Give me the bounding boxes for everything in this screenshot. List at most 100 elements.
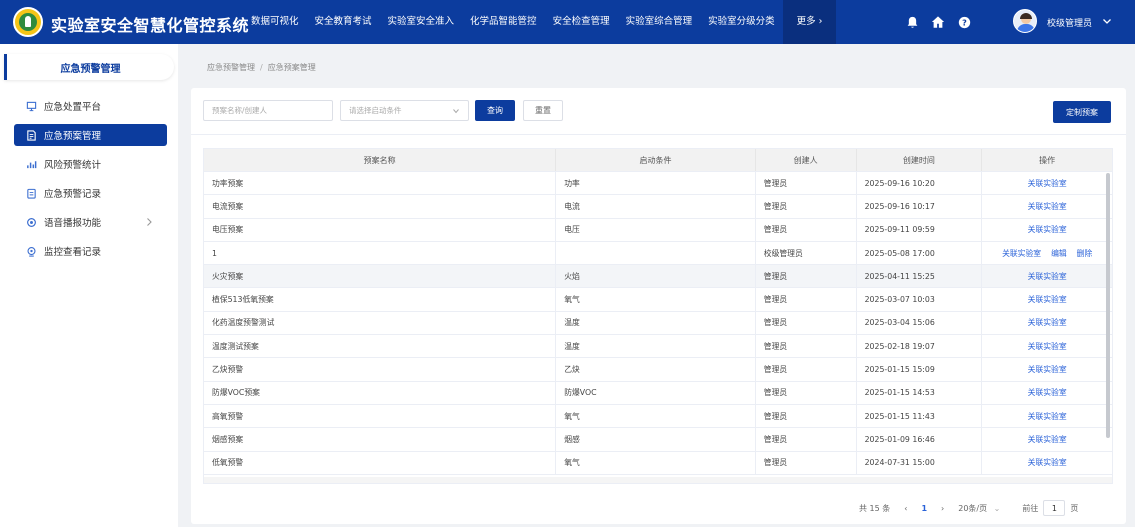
link-lab-link[interactable]: 关联实验室 (1028, 201, 1067, 212)
edit-link[interactable]: 编辑 (1051, 248, 1067, 259)
nav-item-lab-management[interactable]: 实验室综合管理 (618, 0, 701, 44)
sidebar-item-label: 风险预警统计 (44, 160, 102, 171)
next-page-button[interactable]: › (941, 504, 944, 513)
cell-actions: 关联实验室 (982, 219, 1112, 241)
prev-page-button[interactable]: ‹ (904, 504, 907, 513)
cell-created-time: 2025-09-16 10:20 (857, 172, 983, 195)
sidebar-item-label: 语音播报功能 (44, 218, 102, 229)
sidebar-item-monitor-records[interactable]: 监控查看记录 (14, 240, 167, 262)
table-row: 防爆VOC预案 防爆VOC 管理员 2025-01-15 14:53 关联实验室 (204, 381, 1112, 405)
link-lab-link[interactable]: 关联实验室 (1028, 317, 1067, 328)
vertical-scrollbar[interactable] (1106, 173, 1110, 438)
main-nav: 数据可视化 安全教育考试 实验室安全准入 化学品智能管控 安全检查管理 实验室综… (243, 0, 837, 44)
delete-link[interactable]: 删除 (1077, 248, 1093, 259)
nav-item-safety-exam[interactable]: 安全教育考试 (307, 0, 380, 44)
monitor-icon (26, 101, 37, 112)
goto-label: 前往 (1022, 503, 1039, 513)
nav-item-data-visualization[interactable]: 数据可视化 (243, 0, 307, 44)
cell-creator: 管理员 (756, 335, 857, 358)
chevron-down-icon[interactable] (1101, 15, 1113, 27)
chart-icon (26, 159, 37, 170)
cell-name: 化药温度预警测试 (204, 311, 557, 335)
nav-item-chemical-control[interactable]: 化学品智能管控 (462, 0, 545, 44)
table-row: 烟感预案 烟感 管理员 2025-01-09 16:46 关联实验室 (204, 428, 1112, 452)
sidebar-item-label: 应急预案管理 (44, 131, 102, 142)
link-lab-link[interactable]: 关联实验室 (1028, 294, 1067, 305)
cell-created-time: 2025-09-16 10:17 (857, 195, 983, 218)
table-row: 电压预案 电压 管理员 2025-09-11 09:59 关联实验室 (204, 218, 1112, 242)
sidebar-item-label: 应急预警记录 (44, 189, 102, 200)
cell-creator: 管理员 (756, 265, 857, 288)
user-name[interactable]: 校级管理员 (1047, 16, 1092, 29)
page-size-value: 20条/页 (958, 503, 988, 513)
chevron-right-icon (145, 217, 153, 227)
link-lab-link[interactable]: 关联实验室 (1028, 387, 1067, 398)
sidebar-item-emergency-platform[interactable]: 应急处置平台 (14, 95, 167, 117)
link-lab-link[interactable]: 关联实验室 (1028, 178, 1067, 189)
settings-icon (26, 217, 37, 228)
home-icon[interactable] (931, 15, 945, 29)
create-plan-button[interactable]: 定制预案 (1053, 101, 1111, 123)
cell-name: 植保513低氧预案 (204, 288, 557, 311)
link-lab-link[interactable]: 关联实验室 (1028, 271, 1067, 282)
cell-name: 电流预案 (204, 195, 557, 218)
content-card: 预案名称/创建人 请选择启动条件 查询 重置 定制预案 预案名称 启动条件 创建… (191, 88, 1126, 524)
nav-more-button[interactable]: 更多 › (782, 0, 837, 44)
cell-actions: 关联实验室 (982, 265, 1112, 287)
sidebar-item-risk-statistics[interactable]: 风险预警统计 (14, 153, 167, 175)
cell-creator: 管理员 (756, 358, 857, 381)
search-button[interactable]: 查询 (475, 100, 515, 121)
cell-name: 高氧预警 (204, 404, 557, 428)
avatar[interactable] (1013, 9, 1037, 33)
cell-created-time: 2025-05-08 17:00 (857, 241, 983, 265)
sidebar-item-emergency-plan[interactable]: 应急预案管理 (14, 124, 167, 146)
link-lab-link[interactable]: 关联实验室 (1028, 224, 1067, 235)
cell-condition: 温度 (556, 335, 756, 358)
link-lab-link[interactable]: 关联实验室 (1028, 341, 1067, 352)
goto-page-input[interactable]: 1 (1043, 500, 1066, 516)
sidebar-item-warning-records[interactable]: 应急预警记录 (14, 182, 167, 204)
cell-condition: 温度 (556, 311, 756, 335)
cell-condition: 火焰 (556, 265, 756, 288)
cell-name: 烟感预案 (204, 428, 557, 451)
link-lab-link[interactable]: 关联实验室 (1028, 434, 1067, 445)
cell-name: 电压预案 (204, 218, 557, 241)
chevron-down-icon (452, 107, 460, 115)
table-row: 火灾预案 火焰 管理员 2025-04-11 15:25 关联实验室 (204, 265, 1112, 289)
cell-condition: 功率 (556, 172, 756, 195)
bell-icon[interactable] (905, 15, 919, 29)
breadcrumb-parent[interactable]: 应急预警管理 (207, 63, 255, 72)
page-size-select[interactable]: 20条/页 ⌄ (958, 503, 1000, 514)
cell-creator: 管理员 (756, 404, 857, 428)
cell-creator: 管理员 (756, 288, 857, 311)
condition-select-placeholder: 请选择启动条件 (349, 106, 402, 115)
condition-select[interactable]: 请选择启动条件 (340, 100, 469, 121)
nav-item-safety-inspection[interactable]: 安全检查管理 (545, 0, 618, 44)
horizontal-scrollbar[interactable] (204, 477, 1112, 483)
svg-text:?: ? (962, 17, 967, 27)
reset-button[interactable]: 重置 (523, 100, 563, 121)
page-number[interactable]: 1 (921, 504, 927, 513)
search-input[interactable]: 预案名称/创建人 (203, 100, 333, 121)
cell-created-time: 2025-09-11 09:59 (857, 218, 983, 241)
goto-unit: 页 (1070, 503, 1079, 513)
nav-item-lab-access[interactable]: 实验室安全准入 (380, 0, 463, 44)
cell-created-time: 2025-01-15 14:53 (857, 381, 983, 404)
cell-actions: 关联实验室 (982, 335, 1112, 357)
link-lab-link[interactable]: 关联实验室 (1028, 364, 1067, 375)
help-icon[interactable]: ? (957, 15, 971, 29)
cell-created-time: 2025-04-11 15:25 (857, 265, 983, 288)
link-lab-link[interactable]: 关联实验室 (1002, 248, 1041, 259)
link-lab-link[interactable]: 关联实验室 (1028, 457, 1067, 468)
cell-condition: 电压 (556, 218, 756, 241)
cell-name: 1 (204, 241, 557, 265)
nav-item-lab-classification[interactable]: 实验室分级分类 (700, 0, 783, 44)
sidebar-item-voice-broadcast[interactable]: 语音播报功能 (14, 211, 167, 233)
cell-actions: 关联实验室 (982, 195, 1112, 217)
link-lab-link[interactable]: 关联实验室 (1028, 411, 1067, 422)
column-header-actions: 操作 (1039, 155, 1056, 165)
cell-condition: 电流 (556, 195, 756, 218)
cell-condition: 氧气 (556, 288, 756, 311)
breadcrumb: 应急预警管理 / 应急预案管理 (207, 62, 316, 73)
table-row: 化药温度预警测试 温度 管理员 2025-03-04 15:06 关联实验室 (204, 311, 1112, 336)
